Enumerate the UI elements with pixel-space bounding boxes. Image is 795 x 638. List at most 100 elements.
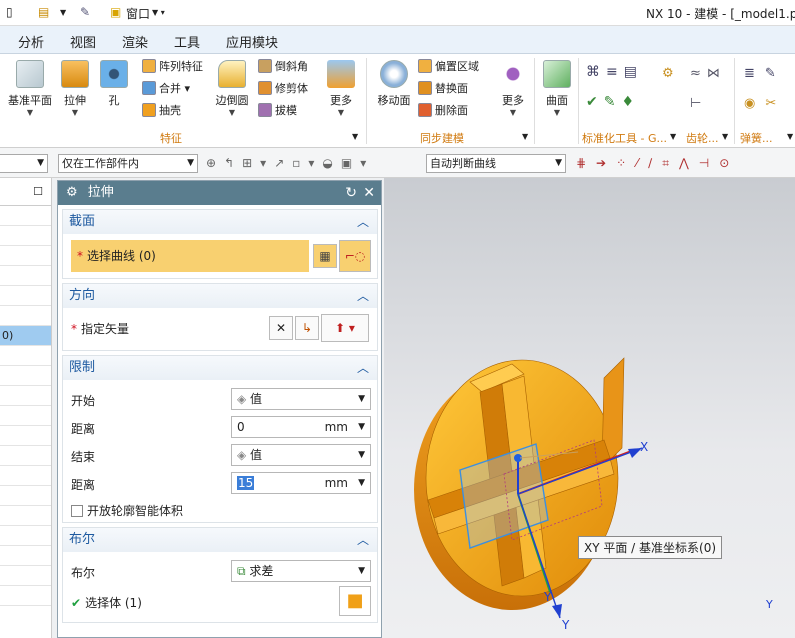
replace-face-button[interactable]: 替换面 bbox=[418, 80, 468, 98]
dropdown-arrow-icon: ▼ bbox=[228, 108, 236, 117]
move-face-label: 移动面 bbox=[377, 94, 411, 107]
collapse-icon[interactable]: ︿ bbox=[357, 356, 369, 380]
list-item[interactable] bbox=[0, 346, 51, 366]
select-body-icon[interactable]: ■ bbox=[339, 586, 371, 616]
select-curve-field[interactable]: * 选择曲线 (0) bbox=[71, 240, 309, 272]
curve-rule-combo[interactable]: 自动判断曲线 ▼ bbox=[426, 154, 566, 173]
curve-rule-icon[interactable]: ▦ bbox=[313, 244, 337, 268]
group-expand-icon[interactable]: ▼ bbox=[352, 132, 358, 141]
list-item[interactable] bbox=[0, 306, 51, 326]
save-icon[interactable]: ▯ bbox=[6, 5, 13, 21]
move-face-button[interactable]: 移动面 bbox=[374, 60, 414, 108]
pattern-feature-button[interactable]: 阵列特征 bbox=[142, 58, 203, 76]
menu-application[interactable]: 应用模块 bbox=[226, 32, 278, 51]
collapse-icon[interactable]: ︿ bbox=[357, 528, 369, 552]
offset-region-button[interactable]: 偏置区域 bbox=[418, 58, 479, 76]
list-item[interactable] bbox=[0, 526, 51, 546]
start-distance-input[interactable]: 0 mm ▼ bbox=[231, 416, 371, 438]
spring-icons-row1[interactable]: ≣✎ bbox=[744, 66, 786, 81]
shell-button[interactable]: 抽壳 bbox=[142, 102, 181, 120]
boolean-select[interactable]: ⧉ 求差 ▼ bbox=[231, 560, 371, 582]
list-item[interactable] bbox=[0, 566, 51, 586]
window-menu[interactable]: 窗口 bbox=[126, 5, 150, 21]
list-item[interactable] bbox=[0, 426, 51, 446]
trim-body-button[interactable]: 修剪体 bbox=[258, 80, 308, 98]
wcs-y-label: Y bbox=[766, 598, 773, 611]
surface-button[interactable]: 曲面 ▼ bbox=[540, 60, 574, 118]
std-tools-icons-row1[interactable]: ⌘≡▤ bbox=[586, 64, 643, 80]
start-type-select[interactable]: ◈ 值 ▼ bbox=[231, 388, 371, 410]
list-item[interactable] bbox=[0, 506, 51, 526]
reset-icon[interactable]: ↻ bbox=[345, 181, 357, 205]
gear-tool-icon[interactable]: ⚙ bbox=[662, 66, 674, 81]
limits-header[interactable]: 限制 ︿ bbox=[63, 356, 377, 380]
replace-face-icon bbox=[418, 81, 432, 95]
datum-plane-button[interactable]: 基准平面 ▼ bbox=[6, 60, 54, 118]
gear-icons[interactable]: ≈⋈ bbox=[690, 66, 726, 81]
list-item[interactable] bbox=[0, 486, 51, 506]
group-expand-icon[interactable]: ▼ bbox=[670, 132, 676, 141]
list-item[interactable] bbox=[0, 466, 51, 486]
extrude-button[interactable]: 拉伸 ▼ bbox=[58, 60, 92, 118]
maximize-icon[interactable]: ☐ bbox=[33, 185, 43, 198]
unite-button[interactable]: 合并 ▾ bbox=[142, 80, 190, 98]
vector-selector[interactable]: ⬆ ▾ bbox=[321, 314, 369, 342]
list-item[interactable] bbox=[0, 586, 51, 606]
sync-more-icon bbox=[499, 60, 527, 88]
scope-combo[interactable]: 仅在工作部件内 ▼ bbox=[58, 154, 198, 173]
model-view[interactable] bbox=[384, 178, 795, 638]
sketch-section-icon[interactable]: ⌐◌ bbox=[339, 240, 371, 272]
list-item[interactable] bbox=[0, 406, 51, 426]
chamfer-button[interactable]: 倒斜角 bbox=[258, 58, 308, 76]
more-button-2[interactable]: 更多 ▼ bbox=[496, 60, 530, 118]
list-item[interactable] bbox=[0, 286, 51, 306]
draft-button[interactable]: 拔模 bbox=[258, 102, 297, 120]
required-marker: * bbox=[71, 322, 77, 336]
delete-face-button[interactable]: 删除面 bbox=[418, 102, 468, 120]
list-item[interactable] bbox=[0, 266, 51, 286]
list-item[interactable] bbox=[0, 386, 51, 406]
vector-dialog-icon[interactable]: ↳ bbox=[295, 316, 319, 340]
list-item[interactable] bbox=[0, 226, 51, 246]
graphics-viewport[interactable]: X Y Y Y XY 平面 / 基准坐标系(0) bbox=[384, 178, 795, 638]
reverse-direction-icon[interactable]: ✕ bbox=[269, 316, 293, 340]
gear-icon-2[interactable]: ⊢ bbox=[690, 96, 701, 111]
open-profile-checkbox[interactable]: 开放轮廓智能体积 bbox=[71, 502, 183, 519]
direction-header[interactable]: 方向 ︿ bbox=[63, 284, 377, 308]
ribbon-separator bbox=[578, 58, 579, 144]
boolean-header[interactable]: 布尔 ︿ bbox=[63, 528, 377, 552]
end-type-select[interactable]: ◈ 值 ▼ bbox=[231, 444, 371, 466]
edge-blend-button[interactable]: 边倒圆 ▼ bbox=[212, 60, 252, 118]
menu-render[interactable]: 渲染 bbox=[122, 32, 148, 51]
snap-icons[interactable]: ⊕↰⊞▾↗▫▾◒▣▾ bbox=[206, 156, 374, 170]
book-icon[interactable]: ▤ bbox=[38, 5, 49, 21]
curve-tools-icons[interactable]: ⋕➔⁘⁄∕⌗⋀⊣⊙ bbox=[576, 156, 739, 171]
close-icon[interactable]: ✕ bbox=[363, 181, 375, 205]
menu-analysis[interactable]: 分析 bbox=[18, 32, 44, 51]
spring-icons-row2[interactable]: ◉✂ bbox=[744, 96, 786, 111]
collapse-icon[interactable]: ︿ bbox=[357, 210, 369, 234]
list-item[interactable] bbox=[0, 246, 51, 266]
more-button-1[interactable]: 更多 ▼ bbox=[324, 60, 358, 118]
section-header[interactable]: 截面 ︿ bbox=[63, 210, 377, 234]
list-item[interactable] bbox=[0, 446, 51, 466]
collapse-icon[interactable]: ︿ bbox=[357, 284, 369, 308]
list-item-selected[interactable]: 0) bbox=[0, 326, 51, 346]
list-item[interactable] bbox=[0, 546, 51, 566]
window-menu-arrow-icon[interactable]: ▼ ▾ bbox=[152, 8, 165, 24]
group-expand-icon[interactable]: ▼ bbox=[522, 132, 528, 141]
checkbox[interactable] bbox=[71, 505, 83, 517]
type-filter-combo[interactable]: ▼ bbox=[0, 154, 48, 173]
std-tools-icons-row2[interactable]: ✔✎♦ bbox=[586, 94, 640, 110]
menu-view[interactable]: 视图 bbox=[70, 32, 96, 51]
group-expand-icon[interactable]: ▼ bbox=[787, 132, 793, 141]
eraser-icon[interactable]: ✎ bbox=[80, 5, 90, 21]
hole-button[interactable]: 孔 bbox=[98, 60, 130, 108]
dropdown-arrow-icon: ▼ bbox=[187, 158, 194, 168]
end-distance-input[interactable]: 15 mm ▼ bbox=[231, 472, 371, 494]
list-item[interactable] bbox=[0, 366, 51, 386]
group-expand-icon[interactable]: ▼ bbox=[722, 132, 728, 141]
menu-tools[interactable]: 工具 bbox=[174, 32, 200, 51]
list-item[interactable] bbox=[0, 206, 51, 226]
dropdown-arrow-icon[interactable]: ▼ bbox=[60, 8, 66, 24]
